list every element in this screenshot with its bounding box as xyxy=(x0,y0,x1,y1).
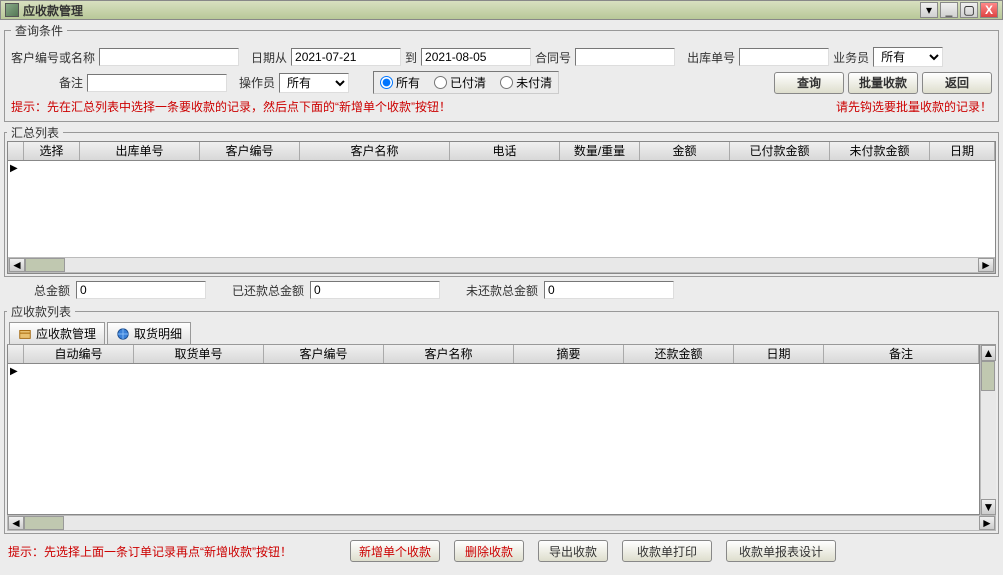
tab-detail[interactable]: 取货明细 xyxy=(107,322,191,344)
col-pickup-id[interactable]: 取货单号 xyxy=(134,345,264,363)
scroll-right-icon[interactable]: ► xyxy=(978,258,994,272)
col-summary[interactable]: 摘要 xyxy=(514,345,624,363)
date-to-input[interactable] xyxy=(421,48,531,66)
receivable-legend: 应收款列表 xyxy=(7,303,75,320)
receivable-vscroll[interactable]: ▲ ▼ xyxy=(980,345,996,515)
col-customer-id[interactable]: 客户编号 xyxy=(200,142,300,160)
total-input xyxy=(76,281,206,299)
col-repay[interactable]: 还款金额 xyxy=(624,345,734,363)
date-from-input[interactable] xyxy=(291,48,401,66)
new-single-button[interactable]: 新增单个收款 xyxy=(350,540,440,562)
summary-hscroll[interactable]: ◄ ► xyxy=(8,257,995,273)
col-cust-name[interactable]: 客户名称 xyxy=(384,345,514,363)
outbound-label: 出库单号 xyxy=(687,49,735,66)
globe-icon xyxy=(116,327,130,341)
salesman-label: 业务员 xyxy=(833,49,869,66)
remark-input[interactable] xyxy=(87,74,227,92)
customer-input[interactable] xyxy=(99,48,239,66)
footer: 提示：先选择上面一条订单记录再点“新增收款”按钮！ 新增单个收款 删除收款 导出… xyxy=(0,536,1003,566)
total-label: 总金额 xyxy=(34,282,70,299)
col-select[interactable]: 选择 xyxy=(24,142,80,160)
receivable-fieldset: 应收款列表 应收款管理 取货明细 自动编号 取货单号 客户编号 客户名称 摘要 … xyxy=(4,303,999,534)
scroll-down-icon[interactable]: ▼ xyxy=(981,499,996,515)
summary-grid-body[interactable]: ▶ xyxy=(8,161,995,257)
delete-button[interactable]: 删除收款 xyxy=(454,540,524,562)
hint-right: 请先钩选要批量收款的记录！ xyxy=(836,98,992,115)
restore-button[interactable]: ▾ xyxy=(920,2,938,18)
scroll-left-icon[interactable]: ◄ xyxy=(9,258,25,272)
operator-label: 操作员 xyxy=(239,74,275,91)
receivable-grid: 自动编号 取货单号 客户编号 客户名称 摘要 还款金额 日期 备注 ▶ xyxy=(7,345,980,515)
report-design-button[interactable]: 收款单报表设计 xyxy=(726,540,836,562)
query-fieldset: 查询条件 客户编号或名称 日期从 到 合同号 出库单号 业务员 所有 备注 操作… xyxy=(4,22,999,122)
summary-fieldset: 汇总列表 选择 出库单号 客户编号 客户名称 电话 数量/重量 金额 已付款金额… xyxy=(4,124,999,277)
col-auto-id[interactable]: 自动编号 xyxy=(24,345,134,363)
close-button[interactable]: X xyxy=(980,2,998,18)
receivable-grid-body[interactable]: ▶ xyxy=(8,364,979,514)
print-button[interactable]: 收款单打印 xyxy=(622,540,712,562)
row-marker-col xyxy=(8,345,24,363)
window-title: 应收款管理 xyxy=(23,2,918,19)
operator-select[interactable]: 所有 xyxy=(279,73,349,93)
col-paid[interactable]: 已付款金额 xyxy=(730,142,830,160)
status-radio-group: 所有 已付清 未付清 xyxy=(373,71,559,94)
export-button[interactable]: 导出收款 xyxy=(538,540,608,562)
col-remark[interactable]: 备注 xyxy=(824,345,979,363)
box-icon xyxy=(18,327,32,341)
col-date[interactable]: 日期 xyxy=(930,142,995,160)
customer-label: 客户编号或名称 xyxy=(11,49,95,66)
receivable-grid-head: 自动编号 取货单号 客户编号 客户名称 摘要 还款金额 日期 备注 xyxy=(8,345,979,364)
col-qty[interactable]: 数量/重量 xyxy=(560,142,640,160)
summary-grid: 选择 出库单号 客户编号 客户名称 电话 数量/重量 金额 已付款金额 未付款金… xyxy=(7,141,996,274)
row-pointer-icon: ▶ xyxy=(10,366,18,377)
col-customer-name[interactable]: 客户名称 xyxy=(300,142,450,160)
repaid-input xyxy=(310,281,440,299)
radio-unpaid[interactable]: 未付清 xyxy=(500,74,552,91)
hint-left: 提示：先在汇总列表中选择一条要收款的记录，然后点下面的“新增单个收款”按钮！ xyxy=(11,98,451,115)
summary-scroll-thumb[interactable] xyxy=(25,258,65,272)
salesman-select[interactable]: 所有 xyxy=(873,47,943,67)
col-amount[interactable]: 金额 xyxy=(640,142,730,160)
receivable-hthumb[interactable] xyxy=(24,516,64,530)
contract-input[interactable] xyxy=(575,48,675,66)
col-outbound[interactable]: 出库单号 xyxy=(80,142,200,160)
batch-collect-button[interactable]: 批量收款 xyxy=(848,72,918,94)
app-icon xyxy=(5,3,19,17)
back-button[interactable]: 返回 xyxy=(922,72,992,94)
scroll-right-icon[interactable]: ► xyxy=(979,516,995,530)
summary-grid-head: 选择 出库单号 客户编号 客户名称 电话 数量/重量 金额 已付款金额 未付款金… xyxy=(8,142,995,161)
query-button[interactable]: 查询 xyxy=(774,72,844,94)
receivable-tabs: 应收款管理 取货明细 xyxy=(7,320,996,345)
radio-all[interactable]: 所有 xyxy=(380,74,420,91)
date-from-label: 日期从 xyxy=(251,49,287,66)
maximize-button[interactable]: ▢ xyxy=(960,2,978,18)
contract-label: 合同号 xyxy=(535,49,571,66)
col-phone[interactable]: 电话 xyxy=(450,142,560,160)
row-pointer-icon: ▶ xyxy=(10,163,18,174)
receivable-vthumb[interactable] xyxy=(981,361,995,391)
scroll-left-icon[interactable]: ◄ xyxy=(8,516,24,530)
query-legend: 查询条件 xyxy=(11,22,67,39)
minimize-button[interactable]: _ xyxy=(940,2,958,18)
totals-row: 总金额 已还款总金额 未还款总金额 xyxy=(0,279,1003,301)
col-cust-id[interactable]: 客户编号 xyxy=(264,345,384,363)
repaid-label: 已还款总金额 xyxy=(232,282,304,299)
scroll-up-icon[interactable]: ▲ xyxy=(981,345,996,361)
remark-label: 备注 xyxy=(59,74,83,91)
radio-paid[interactable]: 已付清 xyxy=(434,74,486,91)
hint-bottom: 提示：先选择上面一条订单记录再点“新增收款”按钮！ xyxy=(8,543,292,560)
col-date2[interactable]: 日期 xyxy=(734,345,824,363)
receivable-hscroll[interactable]: ◄ ► xyxy=(7,515,996,531)
summary-legend: 汇总列表 xyxy=(7,124,63,141)
row-marker-col xyxy=(8,142,24,160)
outbound-input[interactable] xyxy=(739,48,829,66)
date-to-label: 到 xyxy=(405,49,417,66)
titlebar: 应收款管理 ▾ _ ▢ X xyxy=(0,0,1003,20)
unrepaid-input xyxy=(544,281,674,299)
col-unpaid[interactable]: 未付款金额 xyxy=(830,142,930,160)
tab-manage[interactable]: 应收款管理 xyxy=(9,322,105,344)
unrepaid-label: 未还款总金额 xyxy=(466,282,538,299)
